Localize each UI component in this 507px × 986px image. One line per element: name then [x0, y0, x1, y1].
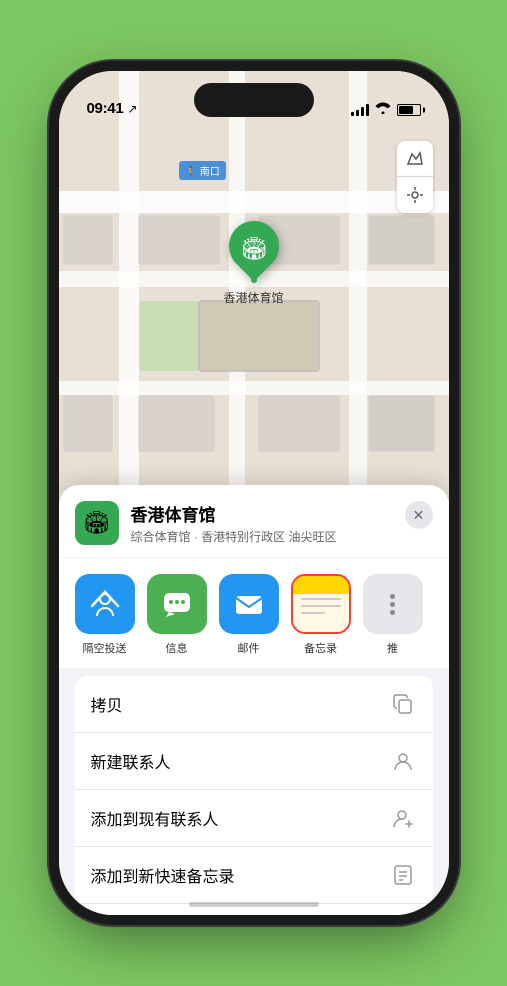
close-button[interactable]: ✕	[405, 501, 433, 529]
venue-info: 香港体育馆 综合体育馆 · 香港特别行政区 油尖旺区	[131, 501, 393, 545]
status-icons	[351, 102, 421, 117]
share-item-messages[interactable]: 信息	[147, 574, 207, 656]
action-add-existing-label: 添加到现有联系人	[91, 806, 219, 830]
messages-icon	[147, 574, 207, 634]
phone-frame: 09:41 ↗	[59, 71, 449, 915]
pin-label: 香港体育馆	[223, 289, 283, 306]
home-indicator	[189, 902, 319, 907]
mail-icon	[219, 574, 279, 634]
more-label: 推	[387, 640, 398, 656]
location-pin[interactable]: 🏟 香港体育馆	[223, 221, 283, 306]
share-item-more[interactable]: 推	[363, 574, 423, 656]
action-copy[interactable]: 拷贝	[75, 676, 433, 733]
action-add-quick-note[interactable]: 添加到新快速备忘录	[75, 847, 433, 904]
share-actions-row: 隔空投送 信息	[59, 558, 449, 668]
new-contact-icon	[389, 747, 417, 775]
airdrop-label: 隔空投送	[83, 640, 127, 656]
action-new-contact-label: 新建联系人	[91, 749, 171, 773]
copy-icon	[389, 690, 417, 718]
map-type-button[interactable]	[397, 141, 433, 177]
quick-note-icon	[389, 861, 417, 889]
action-list: 拷贝 新建联系人 添加到现有联系人	[75, 676, 433, 915]
share-item-airdrop[interactable]: 隔空投送	[75, 574, 135, 656]
map-controls	[397, 141, 433, 213]
battery-icon	[397, 104, 421, 116]
signal-icon	[351, 104, 369, 116]
map-area[interactable]: 🚶 南口 🏟 香港体育馆	[59, 71, 449, 551]
stadium-icon: 🏟	[240, 236, 268, 262]
notes-label: 备忘录	[304, 640, 337, 656]
south-entrance-text: 🚶 南口	[185, 167, 220, 178]
location-button[interactable]	[397, 177, 433, 213]
share-item-mail[interactable]: 邮件	[219, 574, 279, 656]
status-time: 09:41	[87, 100, 124, 117]
messages-label: 信息	[166, 640, 188, 656]
venue-logo: 🏟	[75, 501, 119, 545]
location-arrow-icon: ↗	[127, 102, 137, 116]
venue-name: 香港体育馆	[131, 501, 393, 526]
action-new-contact[interactable]: 新建联系人	[75, 733, 433, 790]
map-south-entrance-label: 🚶 南口	[179, 161, 226, 180]
notes-icon	[293, 576, 349, 632]
action-add-quick-note-label: 添加到新快速备忘录	[91, 863, 235, 887]
add-existing-contact-icon	[389, 804, 417, 832]
share-item-notes[interactable]: 备忘录	[291, 574, 351, 656]
sheet-header: 🏟 香港体育馆 综合体育馆 · 香港特别行政区 油尖旺区 ✕	[59, 485, 449, 557]
venue-subtitle: 综合体育馆 · 香港特别行政区 油尖旺区	[131, 528, 393, 545]
mail-label: 邮件	[238, 640, 260, 656]
dynamic-island	[194, 83, 314, 117]
more-icon	[363, 574, 423, 634]
bottom-sheet: 🏟 香港体育馆 综合体育馆 · 香港特别行政区 油尖旺区 ✕	[59, 485, 449, 915]
airdrop-icon	[75, 574, 135, 634]
wifi-icon	[375, 102, 391, 117]
action-copy-label: 拷贝	[91, 692, 123, 716]
action-add-existing-contact[interactable]: 添加到现有联系人	[75, 790, 433, 847]
